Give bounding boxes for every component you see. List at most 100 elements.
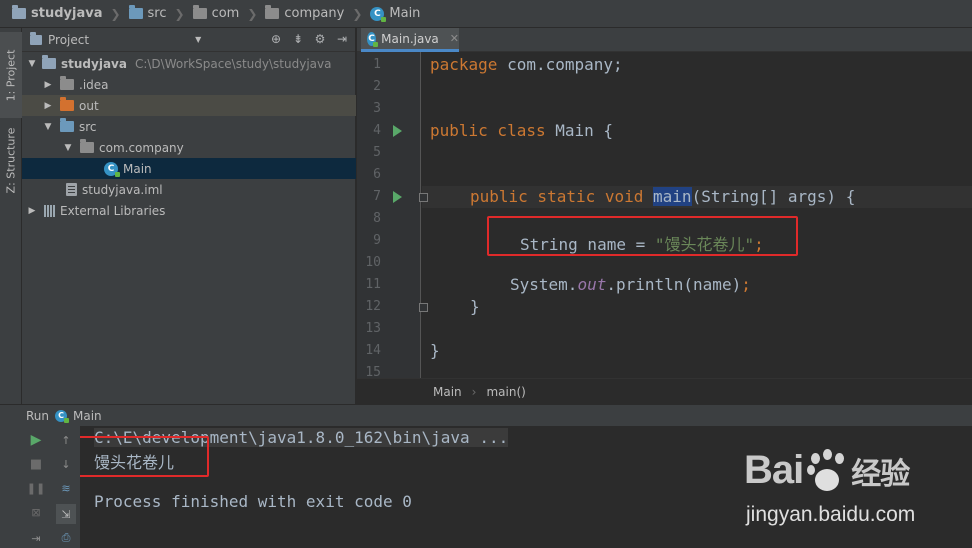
breadcrumb-project[interactable]: studyjava (8, 3, 106, 25)
java-class-icon: C (370, 6, 387, 22)
breadcrumb-main[interactable]: C Main (366, 3, 424, 25)
tree-item-idea[interactable]: ▶ .idea (22, 74, 356, 95)
breadcrumb-separator: ❯ (247, 6, 258, 21)
fold-icon[interactable] (419, 193, 428, 202)
scroll-down-icon[interactable]: ↓ (58, 456, 74, 472)
folder-icon (128, 5, 143, 19)
console-exit-line: Process finished with exit code 0 (94, 492, 412, 511)
breadcrumb-class[interactable]: Main (433, 385, 462, 399)
tool-tab-structure[interactable]: Z: Structure (0, 120, 22, 200)
line-number: 12 (365, 299, 381, 314)
line-number: 4 (373, 123, 381, 138)
collapse-arrow-icon[interactable]: ▶ (42, 101, 54, 111)
breadcrumb-src[interactable]: src (125, 3, 171, 25)
run-config-icon: C (55, 409, 70, 423)
package-icon (192, 5, 207, 19)
collapse-arrow-icon[interactable]: ▶ (42, 80, 54, 90)
code-line-12: } (470, 297, 480, 316)
tab-main-java[interactable]: C Main.java ✕ (361, 28, 459, 52)
line-number: 8 (373, 211, 381, 226)
tree-item-iml[interactable]: studyjava.iml (22, 179, 356, 200)
rerun-icon[interactable]: ▶ (28, 432, 44, 448)
line-number: 14 (365, 343, 381, 358)
package-icon (265, 5, 280, 19)
excluded-folder-icon (60, 97, 74, 111)
code-line-11: System.out.println(name); (510, 275, 751, 294)
view-dropdown-icon[interactable]: ▼ (195, 35, 201, 44)
paw-icon (805, 448, 849, 493)
module-folder-icon (42, 55, 56, 69)
close-icon[interactable]: ✕ (450, 32, 459, 45)
breadcrumb-separator: ❯ (174, 6, 185, 21)
project-folder-icon (12, 5, 26, 19)
exit-icon[interactable]: ⇥ (28, 530, 44, 546)
line-number: 5 (373, 145, 381, 160)
breadcrumb-company[interactable]: company (261, 3, 348, 25)
editor-breadcrumb: Main › main() (357, 378, 972, 404)
run-panel-title: Run (26, 408, 50, 423)
gear-icon[interactable]: ⚙ (313, 32, 327, 46)
expand-arrow-icon[interactable]: ▼ (42, 122, 54, 132)
code-editor[interactable]: 1 2 3 4 5 6 7 8 9 10 11 12 13 14 15 pack… (357, 52, 972, 378)
library-icon (44, 204, 58, 217)
module-file-icon (66, 183, 77, 196)
annotation-box-code (487, 216, 798, 256)
line-number: 13 (365, 321, 381, 336)
stop-icon[interactable]: ■ (28, 456, 44, 472)
breadcrumb-separator: › (471, 384, 477, 399)
tree-item-main[interactable]: C Main (22, 158, 356, 179)
expand-arrow-icon[interactable]: ▼ (26, 59, 38, 69)
run-class-icon[interactable] (393, 125, 402, 137)
line-number: 15 (365, 365, 381, 378)
tree-item-out[interactable]: ▶ out (22, 95, 356, 116)
line-number: 6 (373, 167, 381, 182)
project-panel: Project ▼ ⊕ ⇟ ⚙ ⇥ ▼ studyjava C:\D\WorkS… (22, 28, 356, 404)
fold-icon[interactable] (419, 303, 428, 312)
run-config-name[interactable]: Main (73, 409, 102, 423)
scroll-to-end-icon[interactable]: ⇲ (56, 504, 76, 524)
print-icon[interactable]: ⎙ (58, 530, 74, 546)
project-view-icon (30, 31, 42, 45)
tree-item-package[interactable]: ▼ com.company (22, 137, 356, 158)
scroll-up-icon[interactable]: ↑ (58, 432, 74, 448)
breadcrumb-method[interactable]: main() (486, 385, 525, 399)
dump-threads-icon[interactable]: ⊠ (28, 504, 44, 520)
line-number: 7 (373, 189, 381, 204)
tool-tab-project[interactable]: 1: Project (0, 32, 22, 118)
breadcrumb-separator: ❯ (352, 6, 363, 21)
expand-arrow-icon[interactable]: ▼ (62, 143, 74, 153)
tree-item-studyjava[interactable]: ▼ studyjava C:\D\WorkSpace\study\studyja… (22, 53, 356, 74)
navigation-bar: studyjava ❯ src ❯ com ❯ company ❯ C Main (0, 0, 972, 28)
line-number: 11 (365, 277, 381, 292)
editor-tab-bar: C Main.java ✕ (357, 28, 972, 52)
code-line-7: public static void main(String[] args) { (470, 187, 856, 206)
java-class-icon: C (367, 31, 379, 47)
line-number: 10 (365, 255, 381, 270)
pause-icon[interactable]: ❚❚ (27, 480, 45, 496)
breadcrumb-separator: ❯ (110, 6, 121, 21)
line-number: 2 (373, 79, 381, 94)
watermark-url: jingyan.baidu.com (746, 503, 916, 526)
tree-item-external-libraries[interactable]: ▶ External Libraries (22, 200, 356, 221)
collapse-arrow-icon[interactable]: ▶ (26, 206, 38, 216)
folder-icon (60, 76, 74, 90)
baidu-jingyan-logo: Bai 经验 (744, 448, 910, 493)
project-panel-toolbar: ⊕ ⇟ ⚙ ⇥ (269, 32, 349, 46)
annotation-box-output (80, 436, 209, 477)
java-class-icon: C (104, 161, 120, 177)
run-toolbar: ▶ ↑ ■ ↓ ❚❚ ≋ ⊠ ⇲ ⇥ ⎙ (0, 426, 80, 548)
hide-icon[interactable]: ⇥ (335, 32, 349, 46)
tree-item-src[interactable]: ▼ src (22, 116, 356, 137)
line-number: 9 (373, 233, 381, 248)
source-folder-icon (60, 118, 74, 132)
line-number: 3 (373, 101, 381, 116)
run-panel-header: Run C Main (0, 404, 972, 426)
collapse-icon[interactable]: ⇟ (291, 32, 305, 46)
locate-icon[interactable]: ⊕ (269, 32, 283, 46)
project-panel-header: Project ▼ ⊕ ⇟ ⚙ ⇥ (22, 28, 355, 52)
soft-wrap-icon[interactable]: ≋ (58, 480, 74, 496)
code-line-4: public class Main { (430, 121, 614, 140)
breadcrumb-com[interactable]: com (189, 3, 244, 25)
run-method-icon[interactable] (393, 191, 402, 203)
package-icon (80, 139, 94, 153)
